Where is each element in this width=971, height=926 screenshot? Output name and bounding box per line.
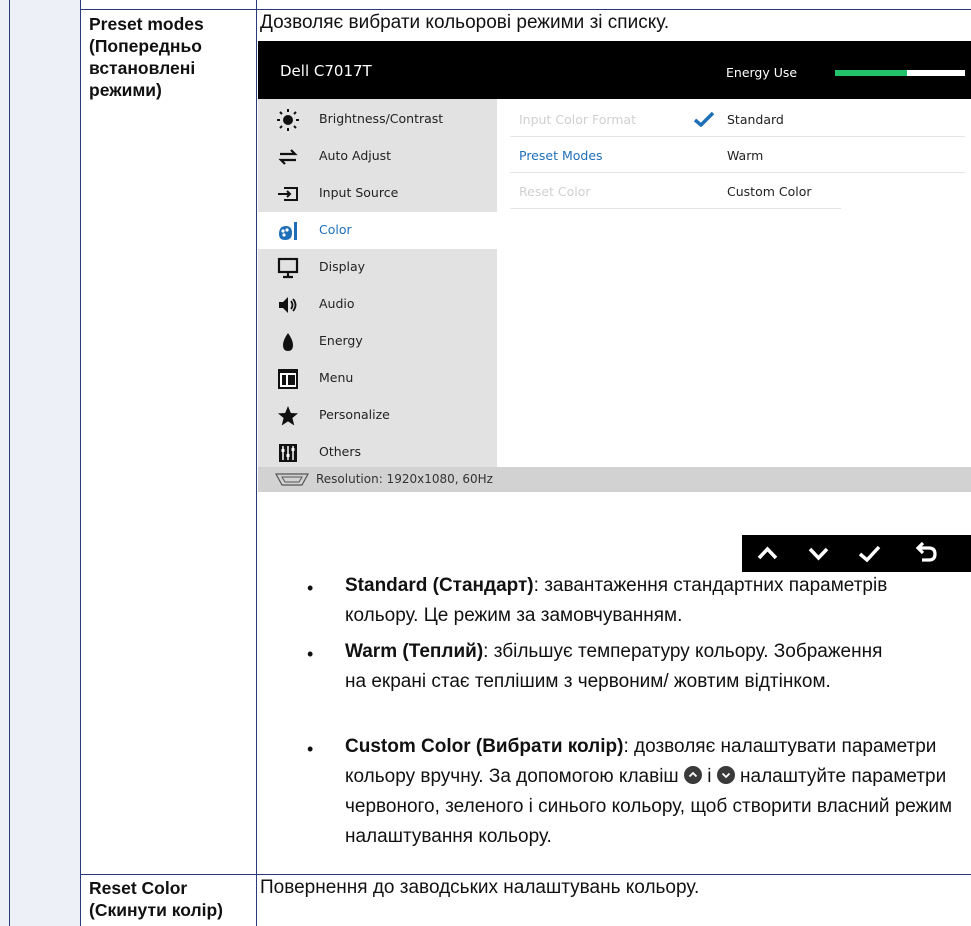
menu-item-personalize[interactable]: Personalize xyxy=(258,397,497,434)
down-button[interactable] xyxy=(793,535,844,572)
label-line: (Попередньо xyxy=(89,36,202,56)
confirm-button[interactable] xyxy=(844,535,895,572)
down-key-icon xyxy=(716,766,735,784)
menu-label: Personalize xyxy=(319,407,390,422)
back-icon xyxy=(915,541,937,562)
label-line: Reset Color xyxy=(89,878,188,898)
submenu-value: Warm xyxy=(727,148,764,163)
bullet-title: Warm (Теплий) xyxy=(345,641,484,662)
label-line: встановлені xyxy=(89,58,196,78)
input-source-icon xyxy=(278,187,298,201)
table-border-col1 xyxy=(80,0,81,926)
menu-label: Audio xyxy=(319,296,355,311)
up-key-icon xyxy=(683,766,702,784)
bullet-dot: • xyxy=(307,578,314,598)
menu-label: Energy xyxy=(319,333,363,348)
menu-item-brightness-contrast[interactable]: Brightness/Contrast xyxy=(258,101,497,138)
menu-item-menu[interactable]: Menu xyxy=(258,360,497,397)
bullet-dot: • xyxy=(307,739,314,759)
color-icon xyxy=(279,222,297,240)
menu-label: Input Source xyxy=(319,185,399,200)
menu-label: Display xyxy=(319,259,366,274)
table-border-left xyxy=(9,0,10,926)
submenu-value: Standard xyxy=(727,112,784,127)
bullet-dot: • xyxy=(307,644,314,664)
conjunction-text: і xyxy=(707,766,712,787)
menu-icon xyxy=(278,369,298,389)
divider xyxy=(510,208,841,209)
submenu-label: Preset Modes xyxy=(519,148,603,163)
auto-adjust-icon xyxy=(278,149,298,165)
margin-column xyxy=(0,0,80,926)
menu-item-color[interactable]: Color xyxy=(258,212,497,249)
row-desc-reset-color: Повернення до заводських налаштувань кол… xyxy=(260,877,700,898)
menu-label: Menu xyxy=(319,370,354,385)
back-button[interactable] xyxy=(895,535,971,572)
osd-screenshot: Dell C7017T Energy Use Brightness/Contra… xyxy=(258,41,971,492)
bullet-custom-color: Custom Color (Вибрати колір): дозволяє н… xyxy=(345,732,967,852)
up-arrow-icon xyxy=(757,546,778,560)
osd-status-bar: Resolution: 1920x1080, 60Hz xyxy=(258,467,971,492)
display-icon xyxy=(277,257,299,279)
menu-label: Others xyxy=(319,444,362,459)
submenu-label: Reset Color xyxy=(519,184,591,199)
submenu-value: Custom Color xyxy=(727,184,812,199)
submenu-row-preset-modes[interactable]: Preset Modes Warm xyxy=(497,137,971,173)
bullet-title: Custom Color (Вибрати колір) xyxy=(345,736,624,757)
brightness-icon xyxy=(277,109,299,131)
submenu-label: Input Color Format xyxy=(519,112,636,127)
menu-item-energy[interactable]: Energy xyxy=(258,323,497,360)
bullet-title: Standard (Стандарт) xyxy=(345,575,534,596)
audio-icon xyxy=(279,297,297,313)
menu-item-auto-adjust[interactable]: Auto Adjust xyxy=(258,138,497,175)
others-icon xyxy=(279,444,297,462)
row-label-reset-color: Reset Color (Скинути колір) xyxy=(89,877,223,921)
label-line: режими) xyxy=(89,80,162,100)
resolution-text: Resolution: 1920x1080, 60Hz xyxy=(316,472,493,486)
menu-item-audio[interactable]: Audio xyxy=(258,286,497,323)
personalize-icon xyxy=(278,406,298,426)
energy-bar-fill xyxy=(835,70,907,76)
menu-item-others[interactable]: Others xyxy=(258,434,497,471)
menu-item-display[interactable]: Display xyxy=(258,249,497,286)
menu-label: Auto Adjust xyxy=(319,148,392,163)
label-line: (Скинути колір) xyxy=(89,900,223,920)
submenu-row-input-color-format[interactable]: Input Color Format Standard xyxy=(497,101,971,137)
bullet-standard: Standard (Стандарт): завантаження станда… xyxy=(345,571,965,631)
menu-label: Color xyxy=(319,222,352,237)
submenu-row-reset-color[interactable]: Reset Color Custom Color xyxy=(497,173,971,209)
check-icon xyxy=(693,111,715,127)
bullet-warm: Warm (Теплий): збільшує температуру коль… xyxy=(345,637,905,697)
energy-use-label: Energy Use xyxy=(726,65,798,80)
row-label-preset-modes: Preset modes (Попередньо встановлені реж… xyxy=(89,13,204,101)
label-line: Preset modes xyxy=(89,14,204,34)
table-border-col2 xyxy=(256,0,257,926)
menu-label: Brightness/Contrast xyxy=(319,111,444,126)
table-border-row xyxy=(80,874,971,875)
table-border-top xyxy=(80,9,971,10)
energy-icon xyxy=(283,333,293,351)
down-arrow-icon xyxy=(808,547,829,561)
row-desc-preset-modes: Дозволяє вибрати кольорові режими зі спи… xyxy=(260,12,670,33)
osd-title: Dell C7017T xyxy=(280,62,372,80)
up-button[interactable] xyxy=(742,535,793,572)
menu-item-input-source[interactable]: Input Source xyxy=(258,175,497,212)
connector-icon xyxy=(274,473,310,486)
check-icon xyxy=(858,545,881,563)
